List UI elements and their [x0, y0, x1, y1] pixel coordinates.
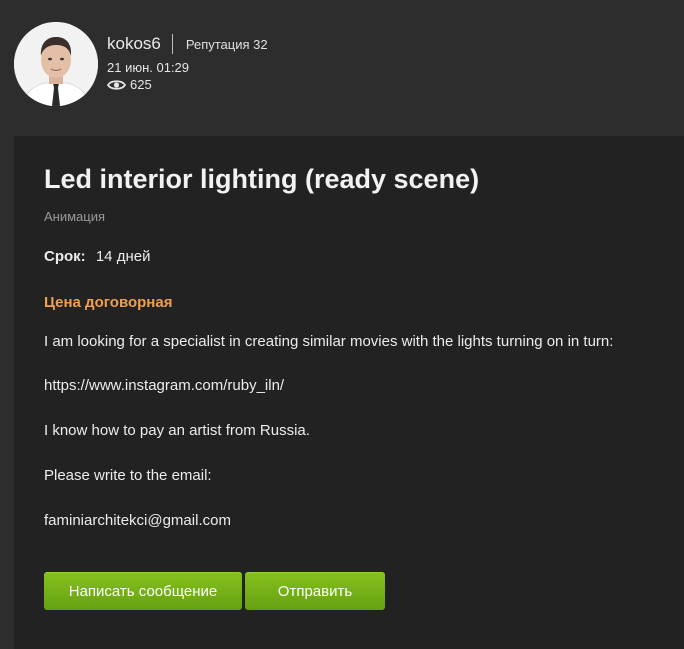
view-count: 625 — [107, 77, 268, 92]
description-line: I know how to pay an artist from Russia. — [44, 422, 310, 439]
task-price: Цена договорная — [44, 294, 173, 311]
task-deadline: Срок: 14 дней — [44, 248, 150, 265]
deadline-value: 14 дней — [95, 248, 151, 265]
task-category[interactable]: Анимация — [44, 209, 105, 224]
task-card: Led interior lighting (ready scene) Аним… — [14, 136, 684, 649]
reputation-label: Репутация 32 — [185, 36, 268, 52]
task-title: Led interior lighting (ready scene) — [44, 164, 480, 194]
user-meta: kokos6 Репутация 32 21 июн. 01:29 625 — [107, 34, 268, 92]
description-email: faminiarchitekci@gmail.com — [44, 512, 231, 529]
deadline-label: Срок: — [44, 248, 86, 265]
post-header: kokos6 Репутация 32 21 июн. 01:29 625 — [0, 0, 684, 136]
view-count-value: 625 — [130, 77, 152, 92]
separator — [171, 34, 173, 54]
eye-icon — [107, 79, 126, 91]
user-row: kokos6 Репутация 32 — [107, 34, 268, 54]
description-line: I am looking for a specialist in creatin… — [44, 333, 614, 350]
description-line: Please write to the email: — [44, 467, 212, 484]
write-message-button[interactable]: Написать сообщение — [44, 572, 242, 610]
send-button[interactable]: Отправить — [245, 572, 385, 610]
description-link: https://www.instagram.com/ruby_iln/ — [44, 377, 285, 394]
post-date: 21 июн. 01:29 — [107, 60, 190, 75]
avatar[interactable] — [14, 22, 98, 106]
username-link[interactable]: kokos6 — [107, 34, 161, 54]
